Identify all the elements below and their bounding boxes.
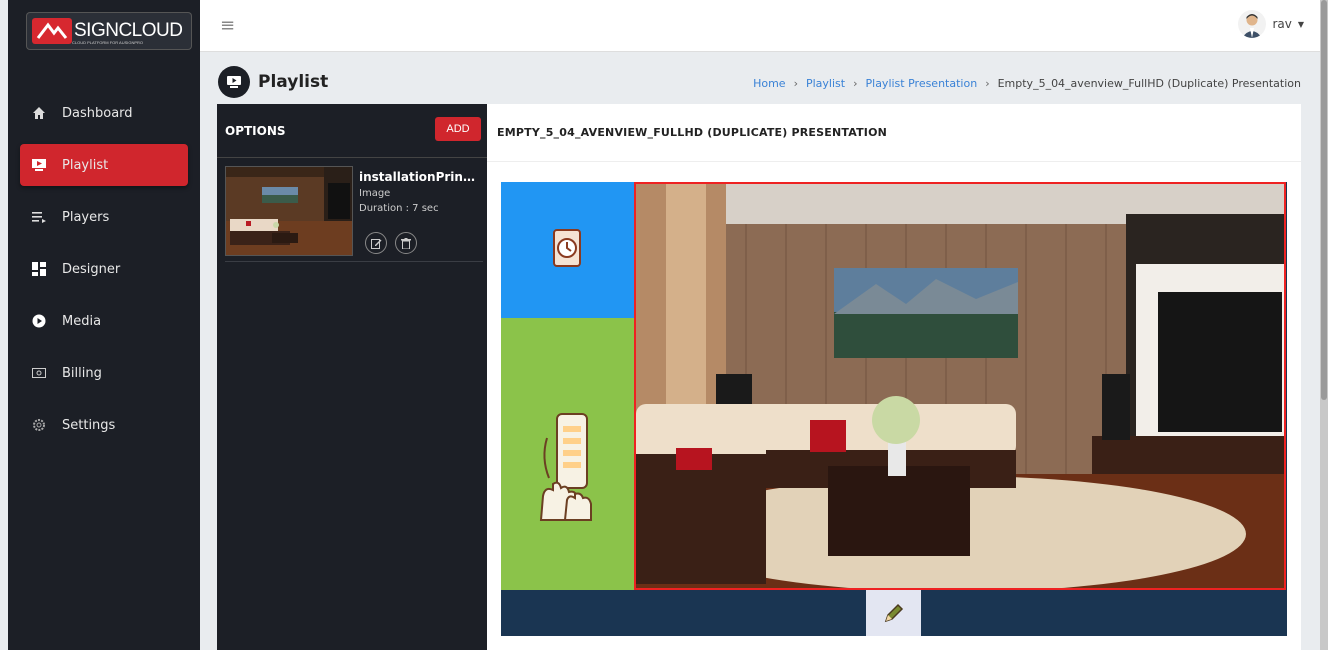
zone-main-image[interactable]: [634, 182, 1286, 590]
sidebar-item-label: Playlist: [62, 157, 109, 173]
breadcrumb: Home › Playlist › Playlist Presentation …: [753, 77, 1301, 90]
breadcrumb-playlist[interactable]: Playlist: [806, 77, 845, 90]
item-duration: Duration : 7 sec: [359, 203, 439, 214]
sidebar-nav: Dashboard Playlist Players Designer Medi…: [8, 92, 200, 456]
sidebar-item-settings[interactable]: Settings: [20, 404, 188, 446]
hamburger-icon[interactable]: ≡: [220, 15, 235, 36]
breadcrumb-presentation[interactable]: Playlist Presentation: [866, 77, 978, 90]
sidebar-item-label: Billing: [62, 365, 102, 381]
presentation-panel: EMPTY_5_04_AVENVIEW_FULLHD (DUPLICATE) P…: [487, 104, 1301, 650]
page-title: Playlist: [258, 72, 329, 92]
brand-tagline: CLOUD PLATFORM FOR AUSIGNPRO: [72, 40, 144, 45]
sidebar-item-label: Settings: [62, 417, 116, 433]
settings-icon: [30, 416, 48, 434]
presentation-stage: [501, 182, 1287, 636]
touch-app-icon: [539, 413, 592, 521]
chevron-right-icon: ›: [853, 77, 858, 90]
top-bar: ≡ rav ▼: [200, 0, 1320, 52]
user-name: rav: [1272, 17, 1292, 31]
item-name: installationPrint...: [359, 170, 477, 184]
home-icon: [30, 104, 48, 122]
zone-app[interactable]: [501, 318, 634, 590]
sidebar-item-designer[interactable]: Designer: [20, 248, 188, 290]
sidebar-item-dashboard[interactable]: Dashboard: [20, 92, 188, 134]
designer-icon: [30, 260, 48, 278]
chevron-right-icon: ›: [985, 77, 990, 90]
playlist-icon: [218, 66, 250, 98]
presentation-title: EMPTY_5_04_AVENVIEW_FULLHD (DUPLICATE) P…: [487, 104, 1301, 162]
brand-logo[interactable]: SIGNCLOUD CLOUD PLATFORM FOR AUSIGNPRO: [26, 12, 192, 50]
item-type: Image: [359, 188, 391, 199]
sidebar-item-players[interactable]: Players: [20, 196, 188, 238]
sidebar-item-media[interactable]: Media: [20, 300, 188, 342]
living-room-image: [636, 184, 1284, 588]
user-menu[interactable]: rav ▼: [1238, 10, 1304, 38]
clock-widget-icon: [553, 229, 581, 267]
sidebar-item-playlist[interactable]: Playlist: [20, 144, 188, 186]
media-icon: [30, 312, 48, 330]
trash-icon[interactable]: [395, 232, 417, 254]
players-icon: [30, 208, 48, 226]
options-title: OPTIONS: [225, 123, 286, 138]
brand-name: SIGNCLOUD: [74, 20, 183, 41]
breadcrumb-current: Empty_5_04_avenview_FullHD (Duplicate) P…: [997, 77, 1301, 90]
sidebar-item-label: Dashboard: [62, 105, 133, 121]
edit-icon[interactable]: [365, 232, 387, 254]
sidebar-item-billing[interactable]: Billing: [20, 352, 188, 394]
pencil-icon[interactable]: [866, 590, 921, 636]
billing-icon: [30, 364, 48, 382]
playlist-icon: [30, 156, 48, 174]
sidebar-item-label: Media: [62, 313, 102, 329]
avatar: [1238, 10, 1267, 38]
sidebar: SIGNCLOUD CLOUD PLATFORM FOR AUSIGNPRO D…: [8, 0, 200, 650]
breadcrumb-home[interactable]: Home: [753, 77, 785, 90]
zone-ticker[interactable]: [501, 590, 1287, 636]
caret-down-icon: ▼: [1297, 19, 1304, 29]
zone-clock[interactable]: [501, 182, 634, 318]
sidebar-item-label: Players: [62, 209, 110, 225]
options-header: OPTIONS ADD: [217, 104, 487, 158]
chevron-right-icon: ›: [793, 77, 798, 90]
page-scrollbar-thumb[interactable]: [1321, 0, 1327, 400]
list-item[interactable]: installationPrint... Image Duration : 7 …: [225, 166, 483, 262]
media-thumbnail[interactable]: [225, 166, 353, 256]
sidebar-item-label: Designer: [62, 261, 121, 277]
page-header: Playlist: [218, 66, 328, 98]
logo-mark-icon: [32, 18, 72, 44]
add-button[interactable]: ADD: [435, 117, 481, 141]
options-panel: OPTIONS ADD installationPrint... Image D…: [217, 104, 487, 650]
